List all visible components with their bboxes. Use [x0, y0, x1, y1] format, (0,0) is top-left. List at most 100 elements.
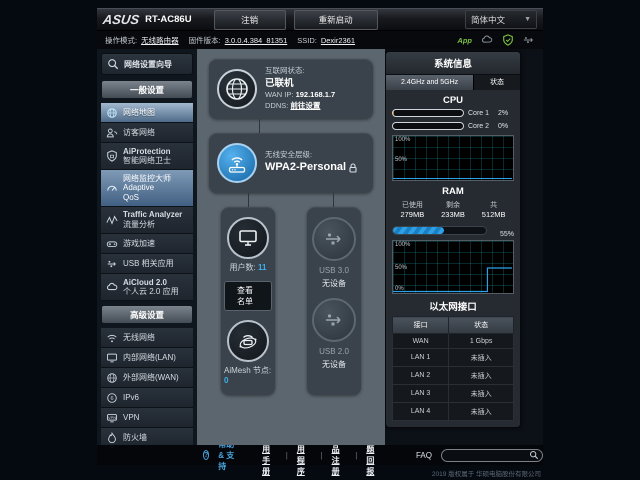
eth-status: 1 Gbps	[448, 333, 514, 349]
lock-icon	[349, 163, 357, 173]
sidebar-item-usb-application[interactable]: USB 相关应用	[101, 254, 193, 275]
sidebar-item-aiprotection[interactable]: AiProtection 智能网络卫士	[101, 143, 193, 171]
ddns-setup-link[interactable]: 前往设置	[290, 101, 320, 110]
wan-ip-value: 192.168.1.7	[295, 90, 336, 100]
sidebar-item-sublabel: 智能网络卫士	[123, 156, 171, 166]
app-link[interactable]: App	[457, 36, 472, 45]
help-icon: ?	[203, 450, 210, 460]
footer-bar: ? 帮助 & 支持 使用手册| 应用程序| 产品注册| 问题回报 FAQ	[97, 434, 543, 476]
shield-icon	[107, 150, 117, 162]
network-map-canvas: 互联网状态: 已联机 WAN IP: 192.168.1.7 DDNS: 前往设…	[197, 49, 385, 445]
eth-col-status: 状态	[448, 316, 514, 334]
connector-line	[259, 119, 260, 133]
internet-status-value: 已联机	[265, 77, 294, 89]
eth-port: LAN 4	[391, 402, 450, 421]
sidebar-item-label: IPv6	[123, 393, 140, 403]
wireless-security-card[interactable]: 无线安全层级: WPA2-Personal	[209, 133, 373, 193]
faq-search-box[interactable]	[441, 448, 543, 462]
firmware-link[interactable]: 3.0.0.4.384_81351	[225, 36, 288, 45]
aimesh-icon	[227, 320, 269, 362]
cpu-core2-row: Core 2 0%	[386, 122, 520, 130]
ram-total-label: 共	[490, 202, 498, 209]
security-level-value: WPA2-Personal	[265, 161, 347, 174]
clients-count-value: 11	[258, 263, 267, 272]
internet-status-label: 互联网状态:	[265, 65, 305, 75]
cpu-core1-bar	[392, 109, 464, 117]
op-mode-link[interactable]: 无线路由器	[141, 35, 179, 46]
eth-status: 未插入	[448, 402, 514, 421]
view-list-button[interactable]: 查看名单	[224, 281, 272, 311]
usb-card[interactable]: USB 3.0 无设备 USB 2.0 无设备	[307, 207, 361, 395]
eth-status: 未插入	[448, 366, 514, 385]
sidebar-item-traffic-analyzer[interactable]: Traffic Analyzer 流量分析	[101, 206, 193, 235]
ram-usage-bar-row: 55%	[386, 223, 520, 238]
language-label: 简体中文	[471, 14, 506, 25]
section-header-general: 一般设置	[102, 81, 192, 98]
internet-status-card[interactable]: 互联网状态: 已联机 WAN IP: 192.168.1.7 DDNS: 前往设…	[209, 59, 373, 119]
eth-status: 未插入	[448, 384, 514, 403]
usb3-label: USB 3.0	[319, 266, 349, 275]
table-row: LAN 1 未插入	[391, 348, 514, 367]
svg-text:6: 6	[110, 396, 113, 402]
sidebar-item-aicloud[interactable]: AiCloud 2.0 个人云 2.0 应用	[101, 274, 193, 302]
sidebar-item-label: USB 相关应用	[123, 258, 174, 268]
sidebar-item-firewall[interactable]: 防火墙	[101, 428, 193, 445]
ipv6-icon: 6	[107, 393, 117, 403]
sidebar-item-quick-setup[interactable]: 网络设置向导	[101, 53, 193, 75]
right-column: 系统信息 2.4GHz and 5GHz 状态 CPU Core 1 2% Co…	[385, 49, 543, 445]
qos-gauge-icon	[107, 185, 117, 191]
cloud-sync-icon[interactable]	[481, 34, 493, 46]
sidebar-item-ipv6[interactable]: 6 IPv6	[101, 388, 193, 409]
usb2-status: 无设备	[322, 360, 346, 369]
logout-button[interactable]: 注销	[213, 9, 286, 30]
ram-free-label: 剩余	[446, 202, 460, 209]
ssid-label: SSID:	[297, 35, 317, 45]
usb3-status: 无设备	[322, 279, 346, 288]
usb2-icon	[312, 298, 356, 342]
cpu-core1-row: Core 1 2%	[386, 109, 520, 117]
sidebar-item-game-boost[interactable]: 游戏加速	[101, 234, 193, 255]
ssid-link[interactable]: Dexir2361	[321, 36, 355, 45]
cpu-title: CPU	[442, 95, 464, 106]
asus-logo: ASUS	[101, 12, 141, 27]
sidebar-item-network-map[interactable]: 网络地图	[101, 103, 193, 123]
cpu-core1-value: 2%	[498, 109, 509, 117]
language-dropdown[interactable]: 简体中文 ▼	[465, 10, 537, 29]
faq-search-input[interactable]	[449, 450, 529, 460]
sidebar-item-label: AiCloud 2.0	[123, 277, 168, 287]
ram-free-value: 233MB	[441, 210, 465, 219]
security-level-label: 无线安全层级:	[265, 149, 313, 159]
network-map-icon	[107, 107, 117, 118]
copyright-text: 2019 版权属于 华硕电脑股份有限公司	[431, 471, 541, 478]
sidebar-item-label: 无线网络	[123, 333, 155, 343]
reboot-button[interactable]: 重新启动	[293, 9, 378, 30]
wan-ip-label: WAN IP:	[265, 90, 294, 100]
sidebar-item-adaptive-qos[interactable]: 网络监控大师 Adaptive QoS	[101, 170, 193, 207]
sidebar-item-label: VPN	[123, 413, 140, 423]
usb3-icon	[312, 217, 356, 261]
sidebar-item-label: 内部网络(LAN)	[123, 353, 176, 363]
sidebar-item-lan[interactable]: 内部网络(LAN)	[101, 348, 193, 369]
sidebar-item-wan[interactable]: 外部网络(WAN)	[101, 368, 193, 389]
clients-monitor-icon	[227, 217, 269, 259]
aiprotection-shield-icon[interactable]	[502, 34, 514, 46]
sidebar-item-label: Traffic Analyzer	[123, 210, 183, 220]
flame-icon	[108, 431, 116, 443]
sidebar-item-vpn[interactable]: VPN VPN	[101, 408, 193, 429]
sidebar-item-label: 网络监控大师 Adaptive	[123, 173, 171, 193]
tab-bands[interactable]: 2.4GHz and 5GHz	[386, 75, 474, 90]
table-row: LAN 2 未插入	[391, 366, 514, 385]
sidebar-item-guest-network[interactable]: 访客网络	[101, 123, 193, 143]
sidebar-item-wireless[interactable]: 无线网络	[101, 328, 193, 349]
wifi-icon	[107, 334, 117, 343]
sidebar-item-sublabel: 流量分析	[123, 220, 155, 230]
tab-status[interactable]: 状态	[473, 75, 520, 90]
globe-icon	[107, 373, 117, 383]
usb-icon	[107, 260, 116, 267]
sidebar-item-label: 防火墙	[123, 433, 147, 443]
usb-status-icon[interactable]	[523, 34, 535, 46]
faq-label: FAQ	[415, 450, 432, 460]
clients-card[interactable]: 用户数: 11 查看名单 AiMesh 节点: 0	[221, 207, 275, 395]
usb2-label: USB 2.0	[319, 347, 349, 356]
search-icon[interactable]	[529, 450, 539, 460]
